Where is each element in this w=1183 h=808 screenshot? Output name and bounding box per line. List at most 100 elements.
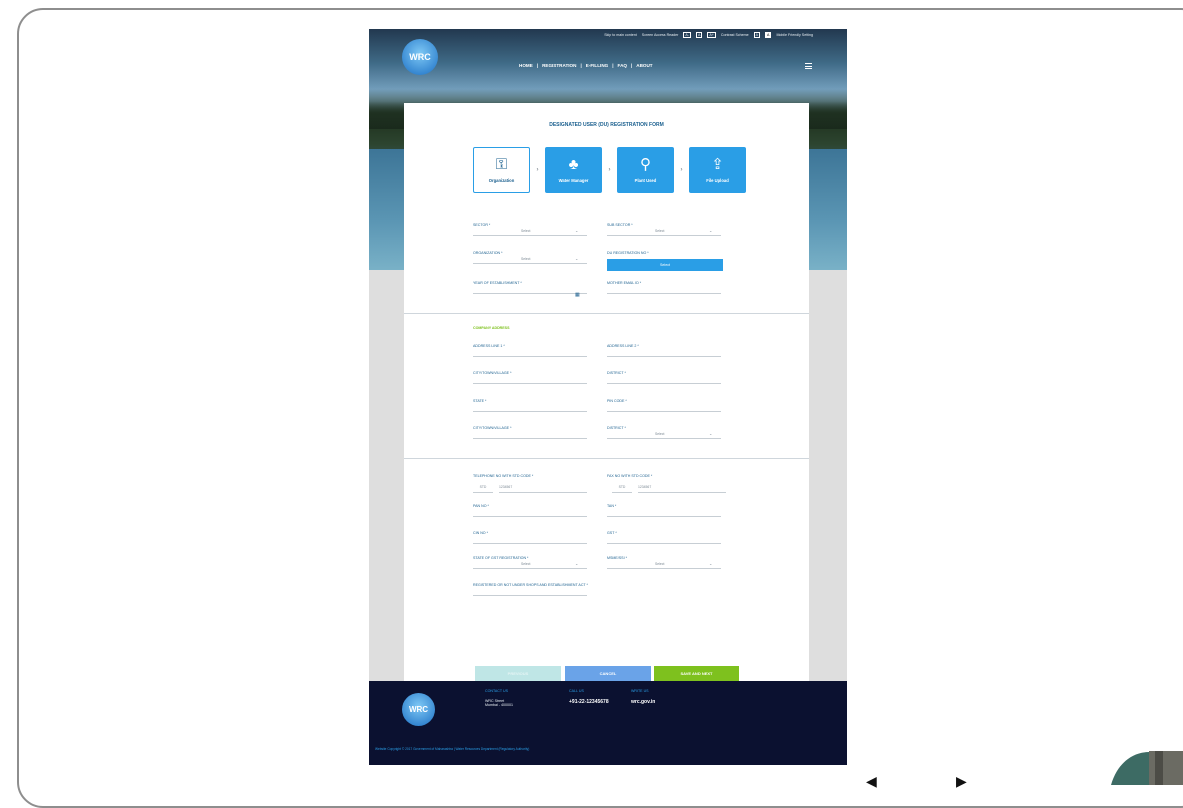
- previous-button[interactable]: PREVIOUS: [475, 666, 561, 682]
- nav-about[interactable]: ABOUT: [636, 63, 652, 68]
- nav-separator: |: [536, 63, 539, 68]
- telephone-field[interactable]: STD 1234567: [473, 485, 587, 495]
- field-underline: [607, 383, 721, 384]
- state-of-gst-field[interactable]: STATE OF GST REGISTRATION * Select ⌄: [473, 556, 587, 569]
- city-field[interactable]: CITY/TOWN/VILLAGE *: [473, 371, 587, 384]
- msme-field[interactable]: MSME/SSI * Select ⌄: [607, 556, 721, 569]
- font-increase-button[interactable]: A+: [707, 32, 716, 38]
- field-underline: [473, 516, 587, 517]
- footer-website[interactable]: wrc.gov.in: [631, 699, 655, 705]
- nav-e-filling[interactable]: E-FILLING: [586, 63, 608, 68]
- sector-field[interactable]: SECTOR * Select ⌄: [473, 223, 587, 236]
- step-label: Water Manager: [558, 178, 589, 183]
- select-value: Select: [655, 432, 665, 436]
- nav-registration[interactable]: REGISTRATION: [542, 63, 576, 68]
- form-title: DESIGNATED USER (DU) REGISTRATION FORM: [549, 122, 664, 128]
- district2-field[interactable]: DISTRICT * Select ⌄: [607, 426, 721, 439]
- right-arrow-icon: ▶: [956, 773, 967, 789]
- select-value: Select: [521, 257, 531, 261]
- pan-field[interactable]: PAN NO *: [473, 504, 587, 517]
- step-file-upload[interactable]: ⇪ File Upload: [689, 147, 746, 193]
- save-and-next-button[interactable]: SAVE AND NEXT: [654, 666, 739, 682]
- accessibility-bar: Skip to main content Screen Access Reade…: [604, 32, 813, 38]
- fax-field[interactable]: STD 1234567: [612, 485, 726, 495]
- left-arrow-icon: ◀: [866, 773, 877, 789]
- form-stepper: ⚿ Organization › ♣ Water Manager › ⚲ Pla…: [473, 147, 746, 193]
- contrast-light-button[interactable]: A: [753, 32, 761, 38]
- fax-std-code-input[interactable]: STD: [612, 485, 632, 493]
- field-label: STATE OF GST REGISTRATION *: [473, 556, 529, 560]
- mother-email-field[interactable]: MOTHER EMAIL ID *: [607, 281, 721, 294]
- font-normal-button[interactable]: A: [695, 32, 703, 38]
- step-water-manager[interactable]: ♣ Water Manager: [545, 147, 602, 193]
- font-decrease-button[interactable]: A-: [683, 32, 691, 38]
- plant-decoration-icon: [1111, 751, 1183, 785]
- district-field[interactable]: DISTRICT *: [607, 371, 721, 384]
- field-label: STATE *: [473, 399, 487, 403]
- chevron-down-icon: ⌄: [709, 561, 713, 566]
- chevron-down-icon: ⌄: [575, 561, 579, 566]
- footer-contact-heading: CONTACT US: [485, 689, 509, 693]
- select-value: Select: [521, 562, 531, 566]
- organization-field[interactable]: ORGANIZATION * Select ⌄: [473, 251, 587, 264]
- footer-phone[interactable]: +91-22-12345678: [569, 699, 609, 705]
- upload-icon: ⇪: [711, 156, 724, 173]
- tan-field[interactable]: TAN *: [607, 504, 721, 517]
- du-registration-select-button[interactable]: Select: [607, 259, 723, 271]
- select-value: Select: [655, 562, 665, 566]
- cin-field[interactable]: CIN NO *: [473, 531, 587, 544]
- calendar-icon[interactable]: ▦: [575, 292, 580, 298]
- nav-home[interactable]: HOME: [519, 63, 533, 68]
- field-underline: [473, 235, 587, 236]
- footer-call-heading: CALL US: [569, 689, 584, 693]
- step-label: Plant Used: [634, 178, 657, 183]
- wrc-logo[interactable]: WRC: [402, 39, 438, 75]
- main-navigation: HOME | REGISTRATION | E-FILLING | FAQ | …: [519, 63, 653, 68]
- field-underline: [607, 543, 721, 544]
- skip-link[interactable]: Skip to main content: [604, 33, 637, 37]
- mobile-setting-link[interactable]: Mobile Friendly Setting: [776, 33, 813, 37]
- field-label: TAN *: [607, 504, 617, 508]
- address-line1-field[interactable]: ADDRESS LINE 1 *: [473, 344, 587, 357]
- hamburger-menu-icon[interactable]: [805, 63, 812, 69]
- footer-call: CALL US +91-22-12345678: [569, 689, 609, 705]
- fax-number-input[interactable]: 1234567: [638, 485, 726, 493]
- sub-sector-field[interactable]: SUB SECTOR * Select ⌄: [607, 223, 721, 236]
- field-underline: [473, 568, 587, 569]
- std-code-input[interactable]: STD: [473, 485, 493, 493]
- field-underline: [473, 543, 587, 544]
- gst-field[interactable]: GST *: [607, 531, 721, 544]
- screen-reader-link[interactable]: Screen Access Reader: [642, 33, 679, 37]
- city2-field[interactable]: CITY/TOWN/VILLAGE *: [473, 426, 587, 439]
- contrast-dark-button[interactable]: A: [765, 32, 772, 38]
- nav-separator: |: [630, 63, 633, 68]
- address-line2-field[interactable]: ADDRESS LINE 2 *: [607, 344, 721, 357]
- step-plant-used[interactable]: ⚲ Plant Used: [617, 147, 674, 193]
- field-label: REGISTERED OR NOT UNDER SHOPS AND ESTABL…: [473, 583, 588, 587]
- field-label: DU REGISTRATION NO *: [607, 251, 649, 255]
- chevron-right-icon: ›: [680, 167, 683, 173]
- select-value: Select: [655, 229, 665, 233]
- pin-code-field[interactable]: PIN CODE *: [607, 399, 721, 412]
- footer-contact: CONTACT US WRC Street Mumbai - 400001: [485, 689, 513, 707]
- field-label: SECTOR *: [473, 223, 491, 227]
- select-value: Select: [521, 229, 531, 233]
- step-organization[interactable]: ⚿ Organization: [473, 147, 530, 193]
- state-field[interactable]: STATE *: [473, 399, 587, 412]
- field-label: SUB SECTOR *: [607, 223, 633, 227]
- year-of-establishment-field[interactable]: YEAR OF ESTABLISHMENT *: [473, 281, 587, 294]
- chevron-right-icon: ›: [536, 167, 539, 173]
- field-underline: [473, 293, 587, 294]
- du-registration-field: DU REGISTRATION NO *: [607, 251, 649, 255]
- field-underline: [473, 356, 587, 357]
- plant-icon: ♣: [568, 156, 579, 173]
- shops-act-field[interactable]: REGISTERED OR NOT UNDER SHOPS AND ESTABL…: [473, 583, 588, 596]
- telephone-number-input[interactable]: 1234567: [499, 485, 587, 493]
- footer-write-heading: WRITE US: [631, 689, 649, 693]
- field-label: DISTRICT *: [607, 426, 626, 430]
- nav-faq[interactable]: FAQ: [618, 63, 627, 68]
- cancel-button[interactable]: CANCEL: [565, 666, 651, 682]
- chevron-down-icon: ⌄: [709, 431, 713, 436]
- footer-copyright: Website Copyright © 2017 Government of M…: [375, 747, 530, 751]
- field-underline: [473, 595, 587, 596]
